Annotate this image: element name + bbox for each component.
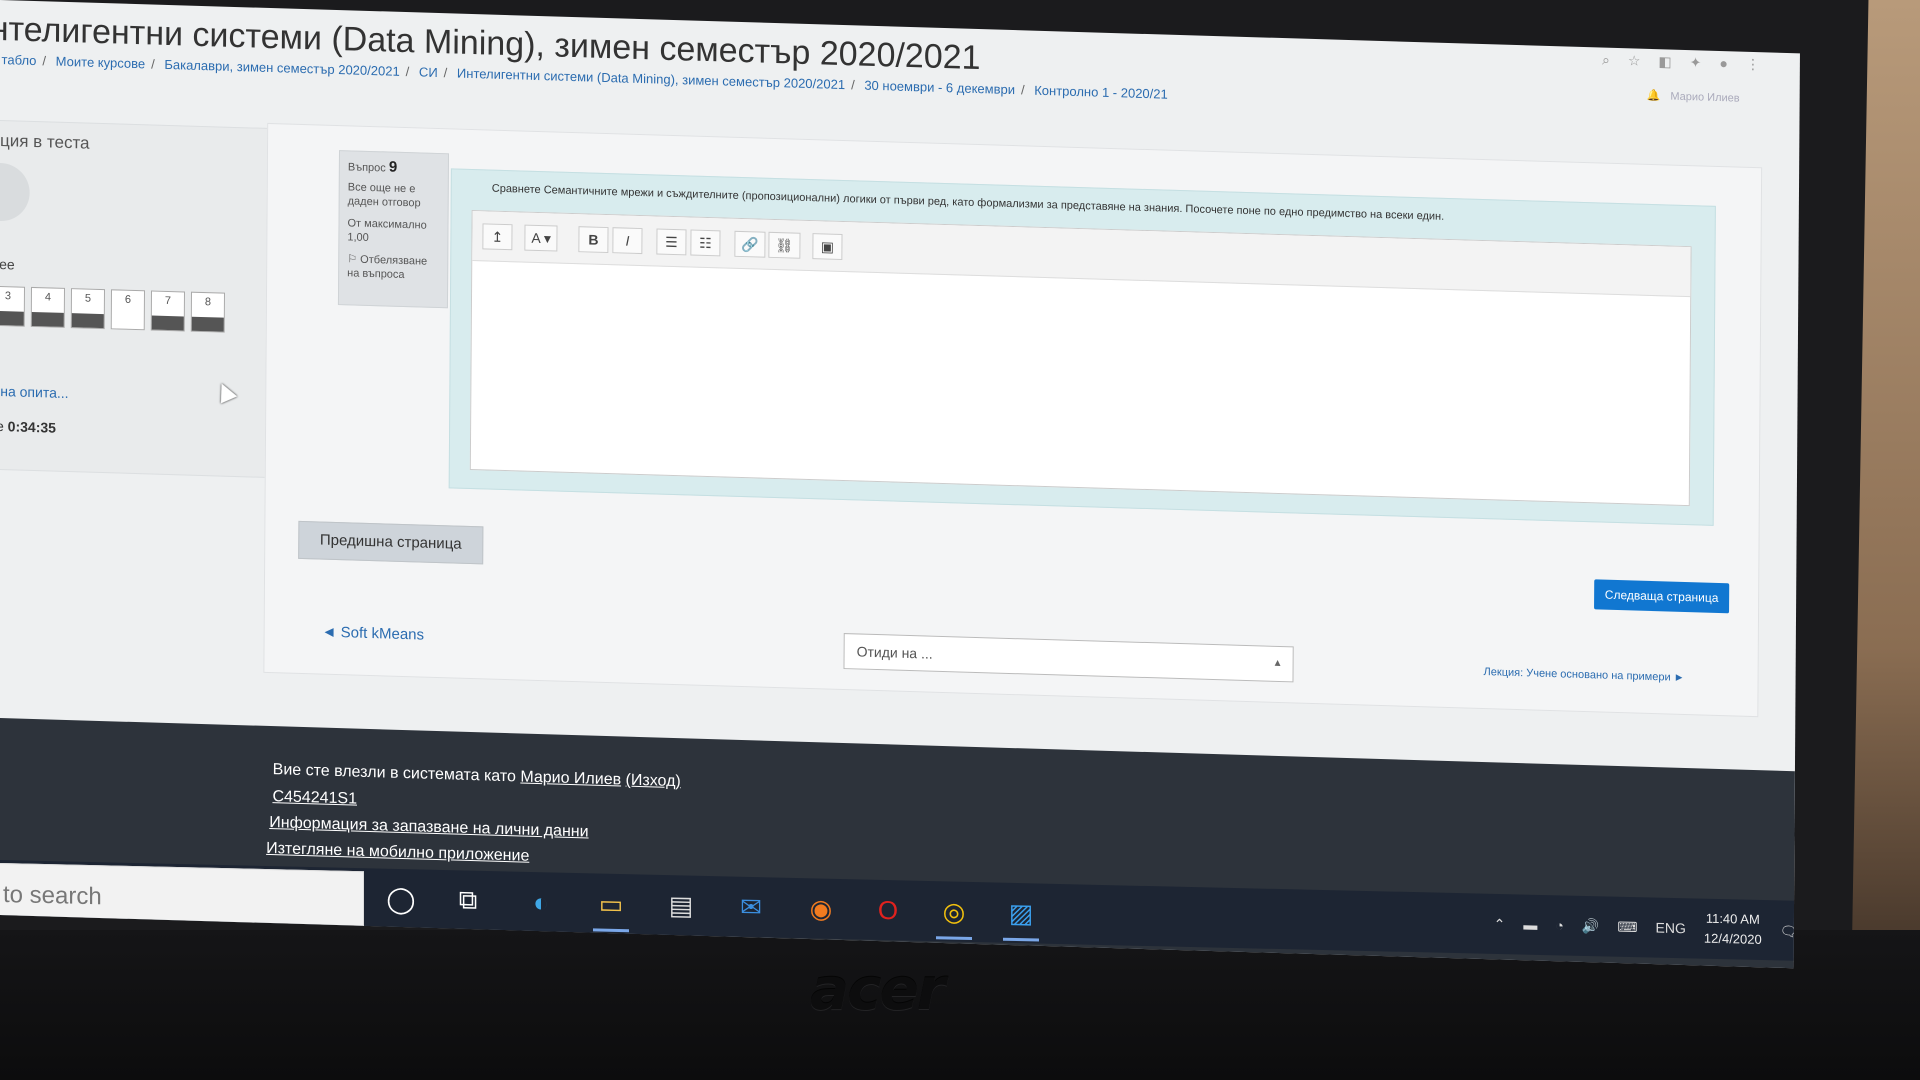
user-code: C454241S1 [272, 788, 358, 808]
timer-label: е [0, 417, 4, 435]
jump-to-placeholder: Отиди на ... [856, 643, 933, 662]
logout-link[interactable]: (Изход) [626, 772, 681, 791]
next-page-button[interactable]: Следваща страница [1594, 579, 1730, 614]
bullet-list-icon[interactable]: ☰ [656, 228, 687, 256]
laptop-screen: нтелигентни системи (Data Mining), зимен… [0, 0, 1800, 969]
previous-page-button[interactable]: Предишна страница [298, 520, 484, 565]
question-nav-button[interactable]: 5 [70, 288, 106, 330]
opera-icon[interactable]: O [866, 888, 910, 933]
timer-value: 0:34:35 [7, 418, 57, 436]
bell-icon[interactable]: 🔔 [1647, 89, 1661, 102]
finish-attempt-link[interactable]: на опита... [0, 383, 68, 401]
font-style-icon[interactable]: A ▾ [524, 224, 559, 252]
profile-link[interactable]: Марио Илиев [520, 768, 621, 788]
question-nav-button[interactable]: 4 [30, 286, 66, 328]
previous-activity-link[interactable]: ◄ Soft kMeans [322, 624, 425, 644]
user-menu[interactable]: 🔔 Марио Илиев [1647, 89, 1740, 105]
question-max-points: От максимално 1,00 [347, 217, 427, 244]
italic-icon[interactable]: I [612, 227, 643, 255]
logged-in-info: Вие сте влезли в системата като Марио Ил… [272, 761, 681, 791]
breadcrumb-item[interactable]: Контролно 1 - 2020/21 [1034, 83, 1168, 102]
quiz-navigation-block: ция в теста ее 3 4 5 6 7 8 на опита... е… [0, 119, 280, 479]
firefox-icon[interactable]: ◉ [799, 886, 843, 931]
breadcrumb-item[interactable]: Бакалаври, зимен семестър 2020/2021 [164, 57, 399, 79]
collapse-icon[interactable]: ↥ [482, 223, 513, 251]
browser-icons: ⌕ ☆ ◧ ✦ ● ⋮ [1602, 52, 1760, 74]
question-status: Все още не е даден отговор [347, 181, 421, 210]
cortana-icon[interactable]: ◯ [379, 877, 423, 922]
clock[interactable]: 11:40 AM 12/4/2020 [1704, 909, 1762, 950]
breadcrumb-item[interactable]: табло [2, 52, 37, 68]
mobile-app-link: Изтегляне на мобилно приложение [266, 839, 530, 865]
chrome-icon[interactable]: ◎ [932, 889, 976, 934]
flag-icon: ⚐ [347, 253, 358, 266]
battery-icon[interactable]: ▬ [1523, 917, 1537, 933]
avatar [0, 162, 30, 222]
quiz-nav-heading: ция в теста [0, 131, 90, 153]
link-icon[interactable]: 🔗 [734, 230, 766, 258]
mouse-cursor-icon [213, 379, 238, 404]
pin-icon[interactable]: ✦ [1690, 54, 1702, 71]
file-explorer-icon[interactable]: ▭ [589, 881, 633, 926]
menu-icon[interactable]: ⋮ [1746, 56, 1760, 73]
photo-scene: acer нтелигентни системи (Data Mining), … [0, 0, 1920, 1080]
flag-question-toggle[interactable]: ⚐ Отбелязване на въпроса [347, 252, 439, 283]
privacy-link: Информация за запазване на лични данни [269, 814, 589, 841]
question-number: Въпрос 9 [347, 158, 398, 176]
volume-icon[interactable]: 🔊 [1582, 917, 1599, 934]
task-view-icon[interactable]: ⧉ [446, 878, 490, 923]
quiz-nav-sublabel: ее [0, 255, 15, 273]
store-icon[interactable]: ▤ [659, 883, 703, 928]
question-content: Сравнете Семантичните мрежи и съждителни… [448, 168, 1716, 526]
image-icon[interactable]: ▣ [812, 233, 843, 261]
mail-icon[interactable]: ✉ [729, 885, 773, 930]
bold-icon[interactable]: B [578, 226, 609, 254]
select-caret-icon: ▲ [1272, 657, 1283, 670]
question-info-panel: Въпрос 9 Все още не е даден отговор От м… [337, 150, 450, 309]
system-tray: ⌃ ▬ ◔ 🔊 ⌨ ENG 11:40 AM 12/4/2020 🗨1 [1494, 904, 1800, 951]
user-name[interactable]: Марио Илиев [1670, 90, 1739, 104]
extension-icon[interactable]: ◧ [1658, 53, 1671, 70]
answer-editor[interactable]: ↥ A ▾ B I ☰ ☷ 🔗 ⛓ ▣ [469, 209, 1692, 507]
edge-icon[interactable]: ◐ [519, 880, 563, 925]
time-left: е 0:34:35 [0, 418, 56, 436]
chevron-up-icon[interactable]: ⌃ [1494, 915, 1506, 932]
breadcrumb-item[interactable]: 30 ноември - 6 декември [864, 78, 1015, 97]
question-nav-button[interactable]: 7 [150, 290, 185, 332]
photos-icon[interactable]: ▨ [999, 891, 1043, 936]
question-nav-button[interactable]: 8 [190, 291, 225, 333]
unlink-icon[interactable]: ⛓ [768, 231, 801, 259]
keyboard-icon[interactable]: ⌨ [1617, 918, 1637, 935]
question-nav-button[interactable]: 3 [0, 285, 26, 327]
wifi-icon[interactable]: ◔ [1555, 917, 1563, 933]
acer-logo: acer [810, 955, 945, 1023]
language-indicator[interactable]: ENG [1656, 920, 1686, 937]
star-icon[interactable]: ☆ [1628, 52, 1641, 69]
search-icon[interactable]: ⌕ [1602, 52, 1610, 69]
breadcrumb-item[interactable]: Моите курсове [56, 54, 146, 72]
editor-textarea[interactable] [471, 261, 1690, 505]
breadcrumb-item[interactable]: СИ [419, 64, 438, 80]
profile-icon[interactable]: ● [1719, 55, 1728, 72]
numbered-list-icon[interactable]: ☷ [690, 229, 721, 257]
question-nav-button[interactable]: 6 [110, 289, 145, 331]
